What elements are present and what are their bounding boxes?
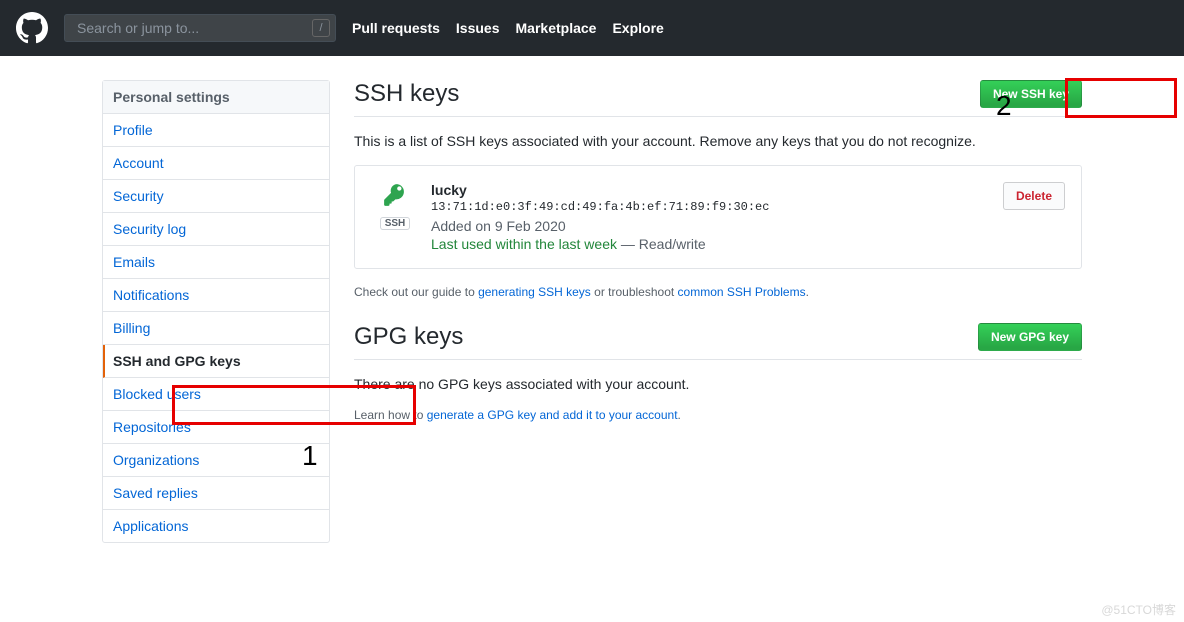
delete-ssh-key-button[interactable]: Delete <box>1003 182 1065 210</box>
generating-ssh-keys-link[interactable]: generating SSH keys <box>478 285 591 299</box>
ssh-badge: SSH <box>380 217 411 230</box>
search-box: / <box>64 14 336 42</box>
ssh-key-last-used: Last used within the last week — Read/wr… <box>431 236 987 252</box>
gpg-help-suffix: . <box>678 408 681 422</box>
settings-menu: Personal settings Profile Account Securi… <box>102 80 330 543</box>
ssh-key-added: Added on 9 Feb 2020 <box>431 218 987 234</box>
nav-pull-requests[interactable]: Pull requests <box>352 20 440 36</box>
sidebar-item-blocked-users[interactable]: Blocked users <box>103 378 329 411</box>
gpg-help-prefix: Learn how to <box>354 408 427 422</box>
sidebar-item-billing[interactable]: Billing <box>103 312 329 345</box>
nav-issues[interactable]: Issues <box>456 20 500 36</box>
ssh-subhead: SSH keys New SSH key <box>354 80 1082 117</box>
ssh-key-sep: — <box>617 236 639 252</box>
primary-nav: Pull requests Issues Marketplace Explore <box>352 20 664 36</box>
gpg-help-text: Learn how to generate a GPG key and add … <box>354 408 1082 422</box>
ssh-key-item: SSH lucky 13:71:1d:e0:3f:49:cd:49:fa:4b:… <box>355 166 1081 268</box>
sidebar-item-account[interactable]: Account <box>103 147 329 180</box>
ssh-key-icon-col: SSH <box>371 182 419 230</box>
sidebar-item-emails[interactable]: Emails <box>103 246 329 279</box>
ssh-key-actions: Delete <box>987 182 1065 210</box>
ssh-help-suffix: . <box>806 285 809 299</box>
key-icon <box>382 195 408 211</box>
watermark: @51CTO博客 <box>1101 601 1176 618</box>
nav-explore[interactable]: Explore <box>612 20 663 36</box>
ssh-help-prefix: Check out our guide to <box>354 285 478 299</box>
ssh-help-text: Check out our guide to generating SSH ke… <box>354 285 1082 299</box>
gpg-section: GPG keys New GPG key There are no GPG ke… <box>354 323 1082 422</box>
ssh-key-details: lucky 13:71:1d:e0:3f:49:cd:49:fa:4b:ef:7… <box>431 182 987 252</box>
sidebar-item-applications[interactable]: Applications <box>103 510 329 542</box>
settings-sidebar: Personal settings Profile Account Securi… <box>102 80 330 543</box>
ssh-key-last-used-label: Last used within the last week <box>431 236 617 252</box>
ssh-heading: SSH keys <box>354 80 459 108</box>
nav-marketplace[interactable]: Marketplace <box>516 20 597 36</box>
ssh-key-access: Read/write <box>639 236 706 252</box>
top-header: / Pull requests Issues Marketplace Explo… <box>0 0 1184 56</box>
ssh-intro-text: This is a list of SSH keys associated wi… <box>354 133 1082 149</box>
search-input[interactable] <box>64 14 336 42</box>
search-slash-hint: / <box>312 19 330 37</box>
github-logo[interactable] <box>16 12 48 44</box>
ssh-key-list: SSH lucky 13:71:1d:e0:3f:49:cd:49:fa:4b:… <box>354 165 1082 269</box>
new-gpg-key-button[interactable]: New GPG key <box>978 323 1082 351</box>
sidebar-item-organizations[interactable]: Organizations <box>103 444 329 477</box>
sidebar-item-security[interactable]: Security <box>103 180 329 213</box>
new-ssh-key-button[interactable]: New SSH key <box>980 80 1082 108</box>
generate-gpg-key-link[interactable]: generate a GPG key and add it to your ac… <box>427 408 678 422</box>
sidebar-item-profile[interactable]: Profile <box>103 114 329 147</box>
sidebar-item-repositories[interactable]: Repositories <box>103 411 329 444</box>
main-content: SSH keys New SSH key This is a list of S… <box>354 80 1082 543</box>
gpg-intro-text: There are no GPG keys associated with yo… <box>354 376 1082 392</box>
sidebar-item-saved-replies[interactable]: Saved replies <box>103 477 329 510</box>
settings-menu-header: Personal settings <box>103 81 329 114</box>
ssh-key-fingerprint: 13:71:1d:e0:3f:49:cd:49:fa:4b:ef:71:89:f… <box>431 200 987 214</box>
ssh-help-mid: or troubleshoot <box>591 285 678 299</box>
gpg-subhead: GPG keys New GPG key <box>354 323 1082 360</box>
common-ssh-problems-link[interactable]: common SSH Problems <box>678 285 806 299</box>
sidebar-item-ssh-gpg-keys[interactable]: SSH and GPG keys <box>103 345 329 378</box>
sidebar-item-notifications[interactable]: Notifications <box>103 279 329 312</box>
gpg-heading: GPG keys <box>354 323 463 351</box>
page-container: Personal settings Profile Account Securi… <box>86 56 1098 567</box>
sidebar-item-security-log[interactable]: Security log <box>103 213 329 246</box>
ssh-key-name: lucky <box>431 182 987 198</box>
